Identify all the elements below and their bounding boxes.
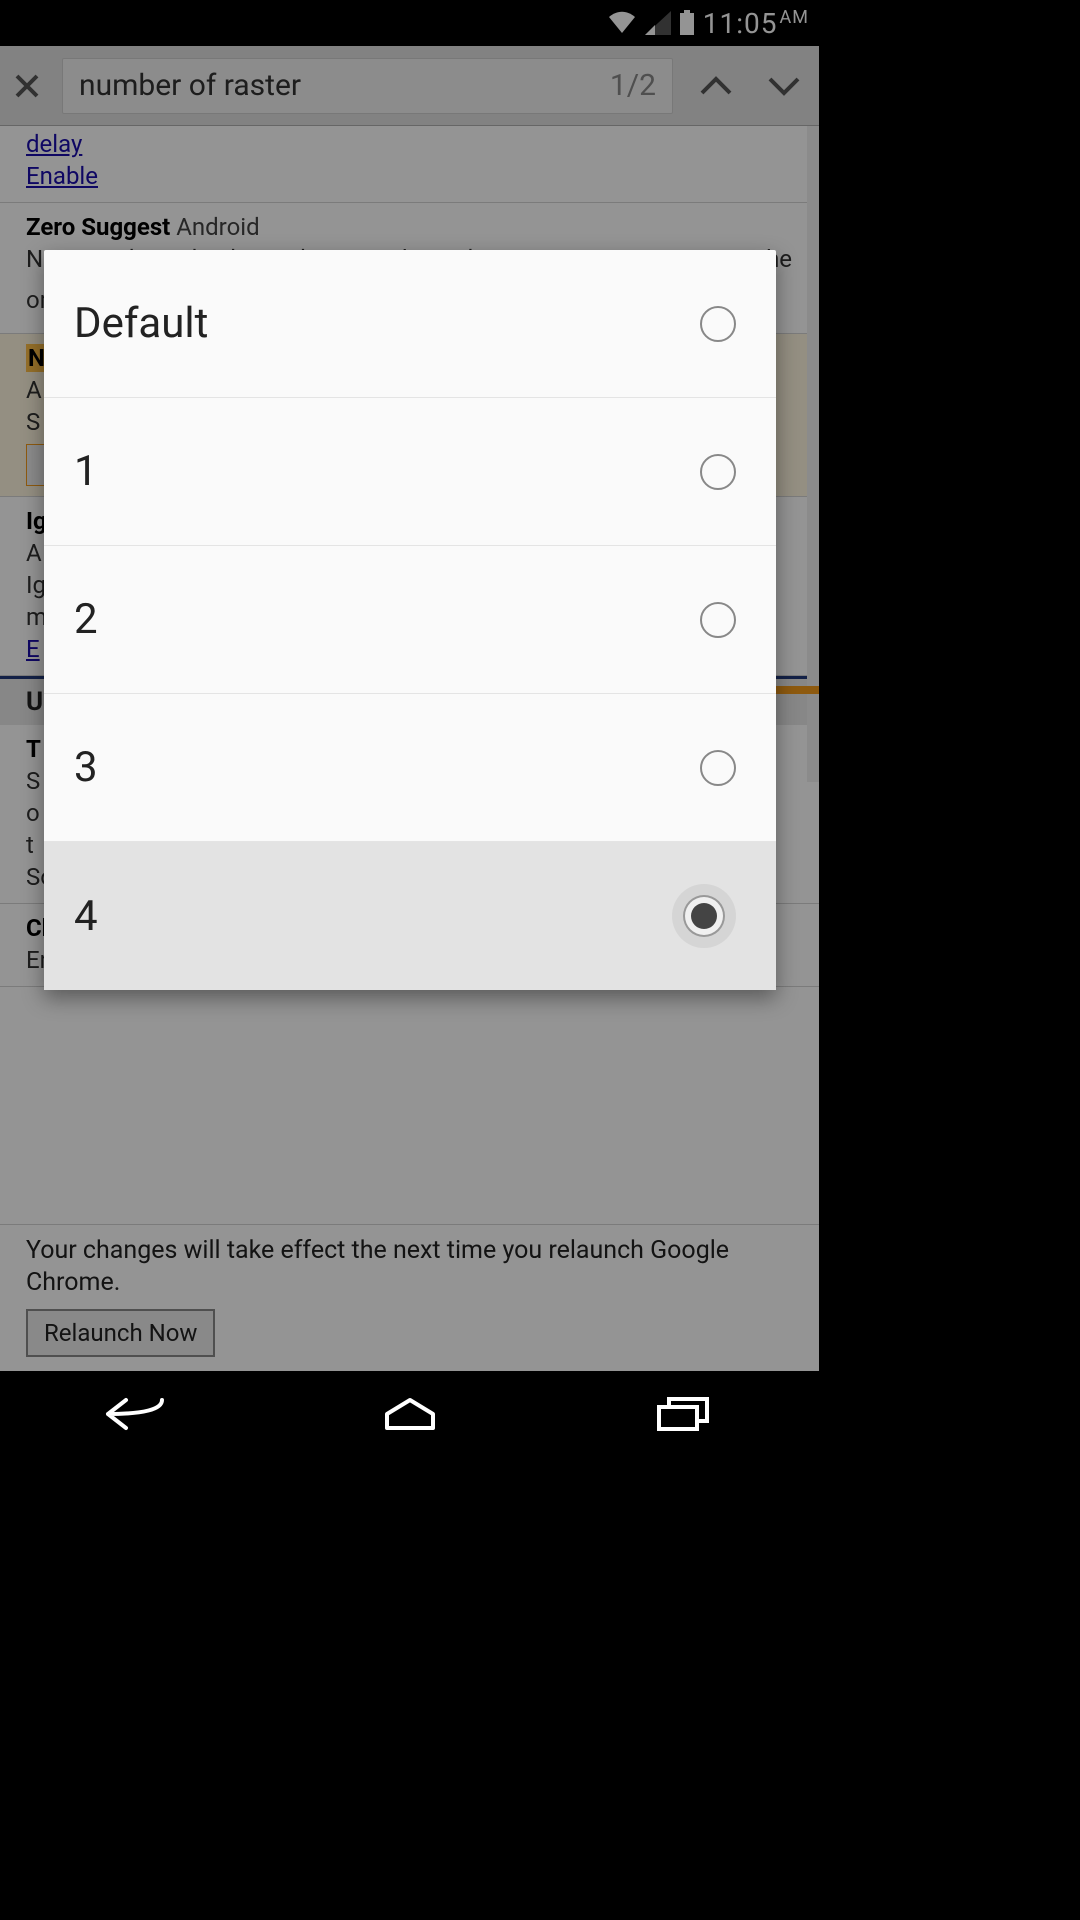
radio-icon xyxy=(700,750,736,786)
option-2[interactable]: 2 xyxy=(44,546,776,694)
option-label: 4 xyxy=(74,892,98,941)
radio-icon xyxy=(700,454,736,490)
recents-button[interactable] xyxy=(643,1389,723,1439)
option-4[interactable]: 4 xyxy=(44,842,776,990)
radio-selected-icon xyxy=(672,884,736,948)
option-1[interactable]: 1 xyxy=(44,398,776,546)
option-label: 2 xyxy=(74,595,98,644)
radio-icon xyxy=(700,306,736,342)
option-label: 1 xyxy=(74,447,98,496)
system-nav-bar xyxy=(0,1371,819,1456)
option-label: Default xyxy=(74,299,208,348)
option-default[interactable]: Default xyxy=(44,250,776,398)
home-button[interactable] xyxy=(370,1389,450,1439)
option-3[interactable]: 3 xyxy=(44,694,776,842)
option-label: 3 xyxy=(74,743,98,792)
select-dialog: Default 1 2 3 4 xyxy=(44,250,776,990)
radio-icon xyxy=(700,602,736,638)
back-button[interactable] xyxy=(97,1389,177,1439)
